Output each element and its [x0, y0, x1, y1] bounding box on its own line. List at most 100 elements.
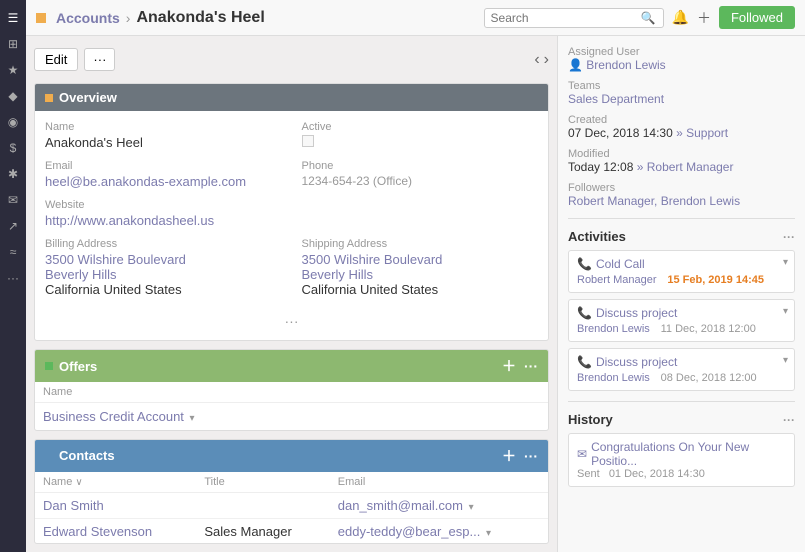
contacts-col-title: Title — [196, 472, 329, 493]
contacts-add-icon[interactable]: ＋ — [502, 446, 516, 466]
created-suffix[interactable]: » Support — [676, 126, 728, 140]
offer-dropdown-icon[interactable]: ▾ — [190, 413, 195, 424]
contacts-more-icon[interactable]: ··· — [524, 448, 538, 464]
next-button[interactable]: › — [544, 51, 549, 69]
edit-button[interactable]: Edit — [34, 48, 78, 71]
sort-icon[interactable]: ∨ — [75, 477, 82, 488]
shipping-state: California United States — [302, 282, 539, 297]
website-label: Website — [45, 199, 538, 211]
name-value: Anakonda's Heel — [45, 135, 282, 150]
offers-body: Name Business Credit Account ▾ — [35, 382, 548, 431]
history-date-0: Sent 01 Dec, 2018 14:30 — [577, 468, 786, 480]
contacts-title: Contacts — [59, 448, 115, 463]
sidebar-icon-asterisk[interactable]: ✱ — [3, 164, 23, 184]
assigned-label: Assigned User — [568, 46, 795, 58]
modified-block: Modified Today 12:08 » Robert Manager — [568, 148, 795, 174]
active-checkbox[interactable] — [302, 135, 314, 147]
activity-date-2: 08 Dec, 2018 12:00 — [661, 372, 757, 384]
activity-item-1: 📞 Discuss project ▾ Brendon Lewis 11 Dec… — [568, 299, 795, 342]
billing-col: Billing Address 3500 Wilshire Boulevard … — [45, 238, 282, 297]
created-label: Created — [568, 114, 795, 126]
activity-meta-2: Brendon Lewis 08 Dec, 2018 12:00 — [577, 369, 786, 384]
contacts-body: Name ∨ Title Email Dan Smith — [35, 472, 548, 544]
offers-section: Offers ＋ ··· Name — [34, 349, 549, 431]
offer-name: Business Credit Account ▾ — [35, 403, 548, 431]
sidebar-icon-mail[interactable]: ✉ — [3, 190, 23, 210]
email-value[interactable]: heel@be.anakondas-example.com — [45, 174, 282, 189]
sidebar-icon-star[interactable]: ★ — [3, 60, 23, 80]
table-row: Business Credit Account ▾ — [35, 403, 548, 431]
billing-city: Beverly Hills — [45, 267, 282, 282]
offers-dot — [45, 362, 53, 370]
history-title: History — [568, 412, 613, 427]
sidebar-icon-arrow[interactable]: ↗ — [3, 216, 23, 236]
offers-more-icon[interactable]: ··· — [524, 358, 538, 374]
name-label: Name — [45, 121, 282, 133]
contacts-actions: ＋ ··· — [502, 446, 538, 466]
followers-block: Followers Robert Manager, Brendon Lewis — [568, 182, 795, 208]
bell-icon[interactable]: 🔔 — [672, 9, 689, 26]
contacts-dot — [45, 452, 53, 460]
sidebar-icon-more[interactable]: ··· — [3, 268, 23, 288]
offer-name-value[interactable]: Business Credit Account — [43, 409, 184, 424]
name-col: Name Anakonda's Heel — [45, 121, 282, 150]
followers-value[interactable]: Robert Manager, Brendon Lewis — [568, 194, 795, 208]
contacts-header: Contacts ＋ ··· — [35, 440, 548, 472]
contact-title-0 — [196, 492, 329, 518]
activities-more-icon[interactable]: ··· — [783, 230, 795, 244]
followed-button[interactable]: Followed — [719, 6, 795, 29]
sidebar-icon-dollar[interactable]: $ — [3, 138, 23, 158]
contact-name-0[interactable]: Dan Smith — [35, 492, 196, 518]
nav-arrows: ‹ › — [534, 51, 549, 69]
contact-name-1[interactable]: Edward Stevenson — [35, 518, 196, 544]
prev-button[interactable]: ‹ — [534, 51, 539, 69]
contact-email-dropdown-icon[interactable]: ▾ — [469, 502, 474, 513]
website-value[interactable]: http://www.anakondasheel.us — [45, 213, 538, 228]
search-input[interactable] — [491, 11, 641, 25]
created-value: 07 Dec, 2018 14:30 » Support — [568, 126, 795, 140]
assigned-user-value: 👤 Brendon Lewis — [568, 58, 795, 72]
accounts-breadcrumb[interactable]: Accounts — [56, 10, 120, 26]
history-subject-0: ✉ Congratulations On Your New Positio... — [577, 440, 786, 468]
teams-value[interactable]: Sales Department — [568, 92, 795, 106]
modified-suffix[interactable]: » Robert Manager — [637, 160, 734, 174]
more-button[interactable]: ··· — [84, 48, 115, 71]
sidebar-icon-diamond[interactable]: ◆ — [3, 86, 23, 106]
teams-label: Teams — [568, 80, 795, 92]
sidebar-icon-menu[interactable]: ☰ — [3, 8, 23, 28]
sidebar-icon-chart[interactable]: ≈ — [3, 242, 23, 262]
plus-icon[interactable]: ＋ — [697, 8, 711, 28]
contacts-col-email: Email — [330, 472, 548, 493]
search-icon: 🔍 — [641, 11, 656, 25]
activity-dropdown-1[interactable]: ▾ — [783, 306, 788, 317]
activity-meta-1: Brendon Lewis 11 Dec, 2018 12:00 — [577, 320, 786, 335]
activity-dropdown-0[interactable]: ▾ — [783, 257, 788, 268]
search-box[interactable]: 🔍 — [484, 8, 664, 28]
contact-email-1[interactable]: eddy-teddy@bear_esp... ▾ — [330, 518, 548, 544]
record-title: Anakonda's Heel — [136, 9, 264, 27]
billing-line1: 3500 Wilshire Boulevard — [45, 252, 282, 267]
created-block: Created 07 Dec, 2018 14:30 » Support — [568, 114, 795, 140]
address-row: Billing Address 3500 Wilshire Boulevard … — [45, 238, 538, 297]
table-row: Dan Smith dan_smith@mail.com ▾ — [35, 492, 548, 518]
activity-item-0: 📞 Cold Call ▾ Robert Manager 15 Feb, 201… — [568, 250, 795, 293]
website-col: Website http://www.anakondasheel.us — [45, 199, 538, 228]
overview-dot — [45, 94, 53, 102]
left-panel: Edit ··· ‹ › Overview Name Anako — [26, 36, 557, 552]
overview-title: Overview — [59, 90, 117, 105]
contact-email-0[interactable]: dan_smith@mail.com ▾ — [330, 492, 548, 518]
modified-value: Today 12:08 » Robert Manager — [568, 160, 795, 174]
topbar-right: 🔍 🔔 ＋ Followed — [484, 6, 795, 29]
activity-dropdown-2[interactable]: ▾ — [783, 355, 788, 366]
sidebar-icon-grid[interactable]: ⊞ — [3, 34, 23, 54]
history-item-0: ✉ Congratulations On Your New Positio...… — [568, 433, 795, 487]
overview-more[interactable]: ··· — [45, 307, 538, 335]
offers-header: Offers ＋ ··· — [35, 350, 548, 382]
contact-email-1-dropdown-icon[interactable]: ▾ — [486, 528, 491, 539]
offers-add-icon[interactable]: ＋ — [502, 356, 516, 376]
history-more-icon[interactable]: ··· — [783, 413, 795, 427]
sidebar-icon-circle[interactable]: ◉ — [3, 112, 23, 132]
email-icon-0: ✉ — [577, 447, 587, 461]
activities-header: Activities ··· — [568, 229, 795, 244]
email-label: Email — [45, 160, 282, 172]
